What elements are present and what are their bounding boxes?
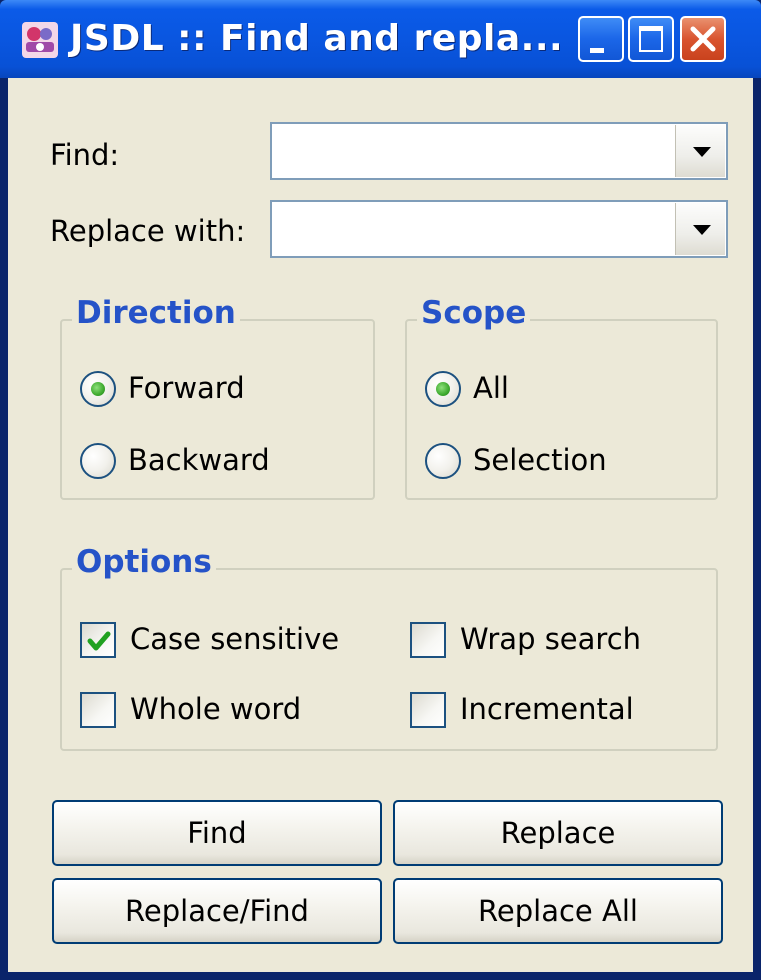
- find-dropdown-button[interactable]: [675, 125, 725, 177]
- scope-group: Scope All Selection: [405, 295, 718, 500]
- radio-backward-label[interactable]: Backward: [128, 443, 270, 477]
- radio-forward-label[interactable]: Forward: [128, 371, 245, 405]
- find-combo[interactable]: [270, 122, 728, 180]
- dialog-body: Find: Replace with: Direction Forward Ba…: [8, 78, 753, 972]
- replace-dropdown-button[interactable]: [675, 203, 725, 255]
- case-sensitive-label[interactable]: Case sensitive: [130, 622, 339, 656]
- jsdl-app-icon: [22, 22, 58, 58]
- title-bar[interactable]: JSDL :: Find and repla...: [0, 0, 761, 78]
- replace-input[interactable]: [272, 202, 674, 256]
- replace-combo[interactable]: [270, 200, 728, 258]
- radio-all-label[interactable]: All: [473, 371, 509, 405]
- close-icon: [690, 26, 716, 52]
- chevron-down-icon: [693, 225, 711, 235]
- chevron-down-icon: [693, 147, 711, 157]
- maximize-button[interactable]: [628, 16, 674, 62]
- find-input[interactable]: [272, 124, 674, 178]
- options-group: Options Case sensitive Wrap search Whole…: [60, 544, 718, 751]
- radio-selection-label[interactable]: Selection: [473, 443, 607, 477]
- replace-button[interactable]: Replace: [393, 800, 723, 866]
- case-sensitive-checkbox[interactable]: [80, 622, 116, 658]
- wrap-search-label[interactable]: Wrap search: [460, 622, 641, 656]
- replace-label: Replace with:: [50, 214, 246, 248]
- maximize-icon: [639, 26, 663, 52]
- find-button[interactable]: Find: [52, 800, 382, 866]
- window-title: JSDL :: Find and repla...: [70, 18, 564, 59]
- scope-group-title: Scope: [417, 295, 531, 331]
- direction-group-title: Direction: [72, 295, 240, 331]
- direction-group: Direction Forward Backward: [60, 295, 375, 500]
- replace-find-button[interactable]: Replace/Find: [52, 878, 382, 944]
- radio-selected-dot: [91, 382, 105, 396]
- radio-forward[interactable]: [80, 371, 116, 407]
- incremental-checkbox[interactable]: [410, 692, 446, 728]
- incremental-label[interactable]: Incremental: [460, 692, 634, 726]
- radio-selected-dot: [436, 382, 450, 396]
- options-group-title: Options: [72, 544, 216, 580]
- whole-word-checkbox[interactable]: [80, 692, 116, 728]
- whole-word-label[interactable]: Whole word: [130, 692, 301, 726]
- radio-selection[interactable]: [425, 443, 461, 479]
- wrap-search-checkbox[interactable]: [410, 622, 446, 658]
- checkmark-icon: [87, 631, 111, 651]
- replace-all-button[interactable]: Replace All: [393, 878, 723, 944]
- close-button[interactable]: [680, 16, 726, 62]
- minimize-icon: [590, 48, 604, 53]
- minimize-button[interactable]: [578, 16, 624, 62]
- find-label: Find:: [50, 138, 120, 172]
- radio-backward[interactable]: [80, 443, 116, 479]
- radio-all[interactable]: [425, 371, 461, 407]
- find-replace-window: JSDL :: Find and repla... Find: Replace …: [0, 0, 761, 980]
